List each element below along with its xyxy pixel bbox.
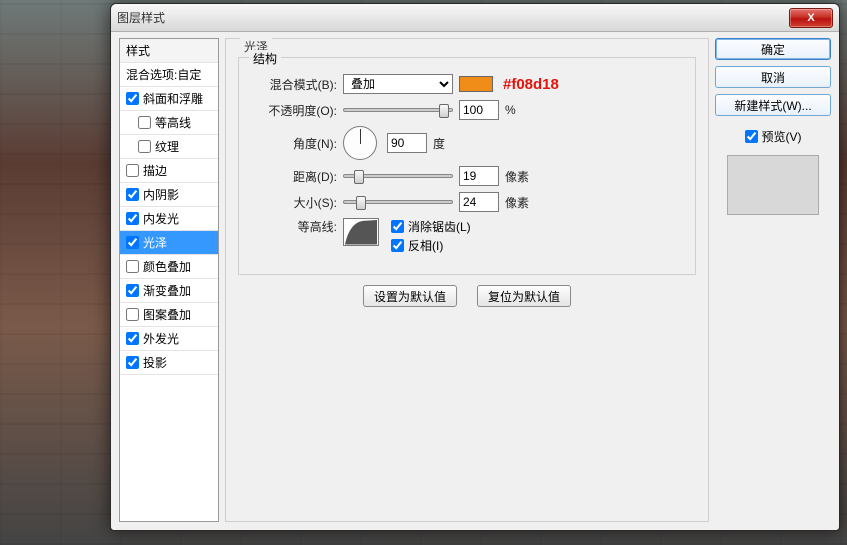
reset-default-button[interactable]: 复位为默认值	[477, 285, 571, 307]
invert-checkbox[interactable]	[391, 239, 404, 252]
size-unit: 像素	[505, 194, 529, 211]
style-item-pattern-overlay[interactable]: 图案叠加	[120, 303, 218, 327]
style-item-checkbox[interactable]	[138, 140, 151, 153]
angle-unit: 度	[433, 135, 445, 152]
style-item-checkbox[interactable]	[138, 116, 151, 129]
antialias-check-row[interactable]: 消除锯齿(L)	[391, 218, 471, 235]
style-item-outer-glow[interactable]: 外发光	[120, 327, 218, 351]
hex-annotation: #f08d18	[503, 76, 559, 93]
preview-box	[727, 155, 819, 215]
distance-row: 距离(D): 像素	[249, 166, 685, 186]
style-item-stroke[interactable]: 描边	[120, 159, 218, 183]
preview-check-row[interactable]: 预览(V)	[715, 128, 831, 145]
size-input[interactable]	[459, 192, 499, 212]
new-style-button[interactable]: 新建样式(W)...	[715, 94, 831, 116]
invert-label: 反相(I)	[408, 237, 443, 254]
contour-picker[interactable]	[343, 218, 379, 246]
style-item-checkbox[interactable]	[126, 356, 139, 369]
style-item-bevel[interactable]: 斜面和浮雕	[120, 87, 218, 111]
style-item-label: 颜色叠加	[143, 258, 191, 275]
style-item-texture[interactable]: 纹理	[120, 135, 218, 159]
style-item-checkbox[interactable]	[126, 92, 139, 105]
style-item-gradient-overlay[interactable]: 渐变叠加	[120, 279, 218, 303]
style-item-label: 内发光	[143, 210, 179, 227]
style-item-label: 等高线	[155, 114, 191, 131]
style-item-label: 斜面和浮雕	[143, 90, 203, 107]
contour-row: 等高线: 消除锯齿(L) 反相(I)	[249, 218, 685, 254]
opacity-row: 不透明度(O): %	[249, 100, 685, 120]
style-item-checkbox[interactable]	[126, 284, 139, 297]
opacity-unit: %	[505, 103, 516, 117]
style-item-contour[interactable]: 等高线	[120, 111, 218, 135]
style-item-drop-shadow[interactable]: 投影	[120, 351, 218, 375]
size-row: 大小(S): 像素	[249, 192, 685, 212]
layer-style-dialog: 图层样式 X 样式 混合选项:自定 斜面和浮雕 等高线 纹理	[110, 3, 840, 531]
style-item-label: 投影	[143, 354, 167, 371]
blend-mode-label: 混合模式(B):	[249, 76, 337, 93]
style-item-label: 外发光	[143, 330, 179, 347]
ok-button[interactable]: 确定	[715, 38, 831, 60]
preview-label: 预览(V)	[762, 128, 802, 145]
invert-check-row[interactable]: 反相(I)	[391, 237, 471, 254]
contour-label: 等高线:	[249, 218, 337, 235]
style-item-inner-glow[interactable]: 内发光	[120, 207, 218, 231]
opacity-slider[interactable]	[343, 108, 453, 112]
size-label: 大小(S):	[249, 194, 337, 211]
distance-unit: 像素	[505, 168, 529, 185]
angle-label: 角度(N):	[249, 135, 337, 152]
cancel-button[interactable]: 取消	[715, 66, 831, 88]
blending-options-row[interactable]: 混合选项:自定	[120, 63, 218, 87]
blend-mode-row: 混合模式(B): 叠加 #f08d18	[249, 74, 685, 94]
style-item-checkbox[interactable]	[126, 332, 139, 345]
preview-checkbox[interactable]	[745, 130, 758, 143]
style-item-color-overlay[interactable]: 颜色叠加	[120, 255, 218, 279]
style-list: 样式 混合选项:自定 斜面和浮雕 等高线 纹理 描边 内阴影	[119, 38, 219, 522]
style-item-checkbox[interactable]	[126, 188, 139, 201]
antialias-label: 消除锯齿(L)	[408, 218, 471, 235]
style-item-checkbox[interactable]	[126, 212, 139, 225]
opacity-input[interactable]	[459, 100, 499, 120]
distance-input[interactable]	[459, 166, 499, 186]
angle-row: 角度(N): 度	[249, 126, 685, 160]
distance-label: 距离(D):	[249, 168, 337, 185]
style-item-label: 图案叠加	[143, 306, 191, 323]
angle-dial[interactable]	[343, 126, 377, 160]
structure-fieldset: 结构 混合模式(B): 叠加 #f08d18 不透明度(O): % 角	[238, 57, 696, 275]
close-icon: X	[807, 12, 814, 24]
style-item-label: 描边	[143, 162, 167, 179]
size-slider[interactable]	[343, 200, 453, 204]
right-column: 确定 取消 新建样式(W)... 预览(V)	[715, 38, 831, 522]
distance-slider[interactable]	[343, 174, 453, 178]
style-item-inner-shadow[interactable]: 内阴影	[120, 183, 218, 207]
satin-panel: 光泽 结构 混合模式(B): 叠加 #f08d18 不透明度(O): %	[225, 38, 709, 522]
style-list-header[interactable]: 样式	[120, 39, 218, 63]
color-swatch[interactable]	[459, 76, 493, 92]
style-item-checkbox[interactable]	[126, 308, 139, 321]
opacity-label: 不透明度(O):	[249, 102, 337, 119]
style-item-label: 渐变叠加	[143, 282, 191, 299]
set-default-button[interactable]: 设置为默认值	[363, 285, 457, 307]
blend-mode-select[interactable]: 叠加	[343, 74, 453, 94]
style-item-checkbox[interactable]	[126, 260, 139, 273]
titlebar[interactable]: 图层样式 X	[111, 4, 839, 32]
window-title: 图层样式	[117, 9, 165, 26]
style-item-label: 纹理	[155, 138, 179, 155]
style-item-satin[interactable]: 光泽	[120, 231, 218, 255]
style-item-checkbox[interactable]	[126, 164, 139, 177]
contour-curve-icon	[344, 219, 378, 245]
style-item-label: 光泽	[143, 234, 167, 251]
close-button[interactable]: X	[789, 8, 833, 28]
angle-input[interactable]	[387, 133, 427, 153]
style-item-checkbox[interactable]	[126, 236, 139, 249]
antialias-checkbox[interactable]	[391, 220, 404, 233]
fieldset-title: 结构	[249, 50, 281, 67]
style-item-label: 内阴影	[143, 186, 179, 203]
